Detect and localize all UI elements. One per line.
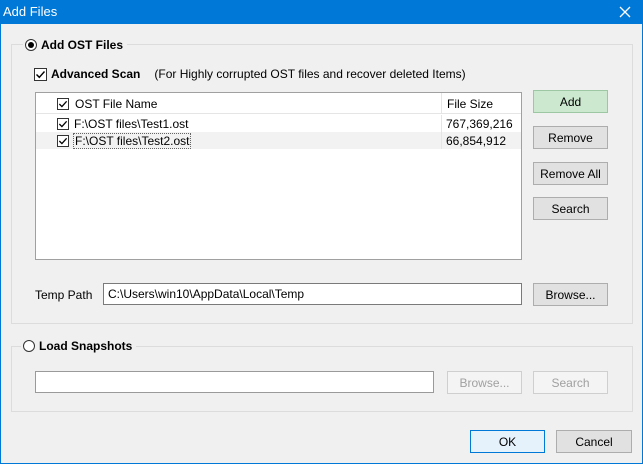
load-snapshots-label: Load Snapshots xyxy=(39,339,133,353)
column-filesize-label: File Size xyxy=(447,96,494,111)
advanced-scan-label: Advanced Scan xyxy=(51,67,141,81)
row-checkbox[interactable] xyxy=(57,117,69,130)
close-icon[interactable] xyxy=(607,0,643,24)
add-ost-radio[interactable]: Add OST Files xyxy=(23,36,128,54)
temp-path-label: Temp Path xyxy=(35,288,93,302)
snapshot-browse-button[interactable]: Browse... xyxy=(447,371,522,394)
column-header-filename[interactable]: OST File Name xyxy=(57,93,442,114)
load-snapshots-radio-button[interactable] xyxy=(23,340,35,352)
ost-file-list[interactable]: OST File Name File Size F:\OST files\Tes… xyxy=(35,92,522,260)
add-ost-radio-button[interactable] xyxy=(25,39,37,51)
cancel-button[interactable]: Cancel xyxy=(556,430,632,453)
advanced-scan-note: (For Highly corrupted OST files and reco… xyxy=(154,67,466,81)
column-header-filesize[interactable]: File Size xyxy=(443,93,521,114)
dialog-body: Add OST Files Advanced Scan (For Highly … xyxy=(0,24,643,464)
row-filesize: 767,369,216 xyxy=(446,116,513,131)
table-row[interactable]: F:\OST files\Test1.ost 767,369,216 xyxy=(36,115,521,132)
search-button[interactable]: Search xyxy=(533,197,608,220)
title-bar: Add Files xyxy=(0,0,643,24)
temp-path-input[interactable]: C:\Users\win10\AppData\Local\Temp xyxy=(103,283,522,305)
list-header: OST File Name File Size xyxy=(36,93,521,114)
load-snapshots-radio[interactable]: Load Snapshots xyxy=(21,337,137,355)
row-filename: F:\OST files\Test1.ost xyxy=(74,116,189,131)
ok-button[interactable]: OK xyxy=(470,430,545,453)
row-filesize: 66,854,912 xyxy=(446,133,507,148)
snapshot-path-input[interactable] xyxy=(35,371,434,393)
remove-button[interactable]: Remove xyxy=(533,126,608,149)
advanced-scan-checkbox[interactable] xyxy=(34,67,47,81)
row-checkbox[interactable] xyxy=(57,134,69,147)
select-all-checkbox[interactable] xyxy=(57,97,69,110)
window-title: Add Files xyxy=(3,4,58,19)
add-ost-label: Add OST Files xyxy=(41,38,124,52)
snapshot-search-button[interactable]: Search xyxy=(533,371,608,394)
advanced-scan-row: Advanced Scan (For Highly corrupted OST … xyxy=(34,67,466,81)
temp-browse-button[interactable]: Browse... xyxy=(533,283,608,306)
table-row[interactable]: F:\OST files\Test2.ost 66,854,912 xyxy=(36,132,521,149)
add-button[interactable]: Add xyxy=(533,90,608,113)
column-filename-label: OST File Name xyxy=(75,96,158,111)
remove-all-button[interactable]: Remove All xyxy=(533,162,608,185)
row-filename: F:\OST files\Test2.ost xyxy=(72,132,192,149)
